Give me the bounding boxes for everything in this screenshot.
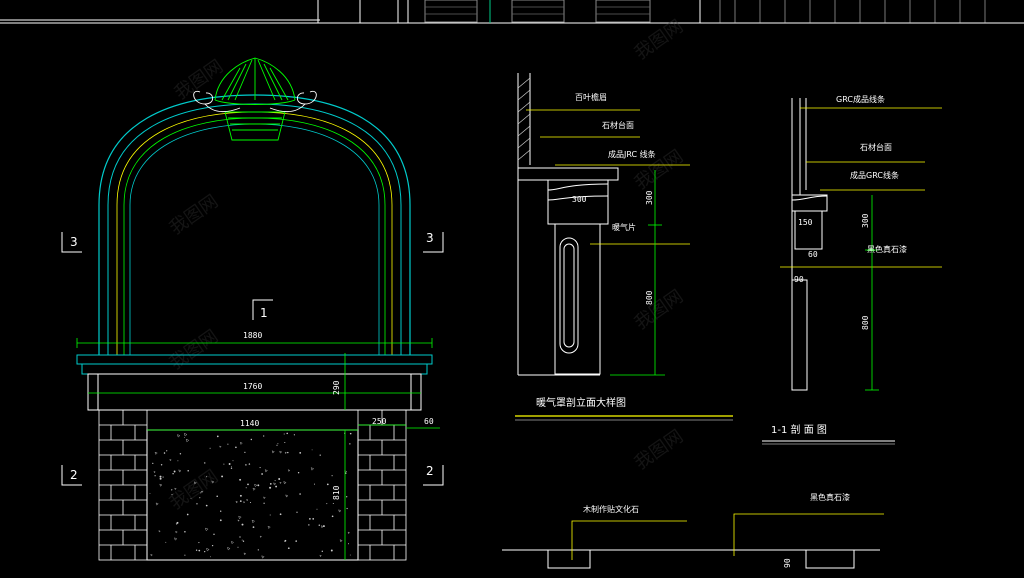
label-stone-countertop-1-1: 石材台面 (860, 142, 892, 152)
section-1-1: GRC成品线条 石材台面 成品GRC线条 黑色真石漆 150 60 90 300… (762, 94, 942, 445)
label-stone-countertop: 石材台面 (602, 120, 634, 130)
cad-drawing-canvas: 我图网 我图网 我图网 我图网 我图网 我图网 我图网 我图网 1880 176… (0, 0, 1024, 569)
section-title: 1-1 剖 面 图 (771, 423, 827, 436)
svg-text:我图网: 我图网 (166, 326, 222, 374)
marker-3-left: 3 (70, 235, 78, 249)
dim-300-b: 300 (645, 190, 654, 205)
dim-lower-height: 810 (332, 485, 341, 500)
marker-2-right: 2 (426, 464, 434, 478)
marker-2-left: 2 (70, 468, 78, 482)
dim-300-1-1: 300 (861, 213, 870, 228)
marker-3-right: 3 (426, 231, 434, 245)
marker-1-center: 1 (260, 306, 268, 320)
label-radiator-panel: 暖气片 (612, 222, 636, 232)
label-grc-moulding: 成品JRC 线条 (608, 149, 656, 159)
elevation-dimension-lines (76, 338, 440, 560)
svg-text:我图网: 我图网 (631, 426, 687, 474)
dim-800: 800 (645, 290, 654, 305)
left-brick-pier (98, 409, 148, 561)
label-wood-culture-stone: 木制作贴文化石 (583, 504, 639, 514)
detail-section: 百叶檐眉 石材台面 成品JRC 线条 暖气片 300 300 800 暖气罩剖立… (515, 73, 733, 421)
dim-offset: 60 (424, 417, 434, 426)
dim-opening-width: 1140 (240, 419, 259, 428)
label-black-paint: 黑色真石漆 (867, 244, 907, 254)
dim-total-width: 1880 (243, 331, 262, 340)
dim-60: 60 (808, 250, 818, 259)
dim-300-a: 300 (572, 195, 587, 204)
top-elevation-strip (0, 0, 1024, 24)
dim-side-width: 250 (372, 417, 387, 426)
dim-90-bottom: 90 (783, 558, 792, 568)
label-louver-cornice: 百叶檐眉 (575, 92, 607, 102)
dim-cap-height: 290 (332, 380, 341, 395)
radiator-cover-elevation: 1880 1760 1140 290 810 250 60 3 3 2 2 1 (61, 57, 444, 561)
svg-text:我图网: 我图网 (166, 466, 222, 514)
svg-text:我图网: 我图网 (631, 286, 687, 334)
dim-90: 90 (794, 275, 804, 284)
bottom-section: 木制作贴文化石 黑色真石漆 90 (502, 492, 884, 569)
watermark: 我图网 我图网 我图网 我图网 我图网 我图网 我图网 我图网 (166, 16, 687, 514)
label-black-paint-bottom: 黑色真石漆 (810, 492, 850, 502)
dim-800-1-1: 800 (861, 315, 870, 330)
label-grc-moulding-1-1: 成品GRC线条 (850, 170, 899, 180)
dim-inner-width: 1760 (243, 382, 262, 391)
detail-title: 暖气罩剖立面大样图 (536, 396, 626, 409)
svg-text:我图网: 我图网 (166, 191, 222, 239)
arch-frame (98, 94, 411, 355)
label-grc-top: GRC成品线条 (836, 94, 885, 104)
section-markers (61, 232, 444, 486)
right-brick-pier (357, 409, 407, 561)
dim-150: 150 (798, 218, 813, 227)
